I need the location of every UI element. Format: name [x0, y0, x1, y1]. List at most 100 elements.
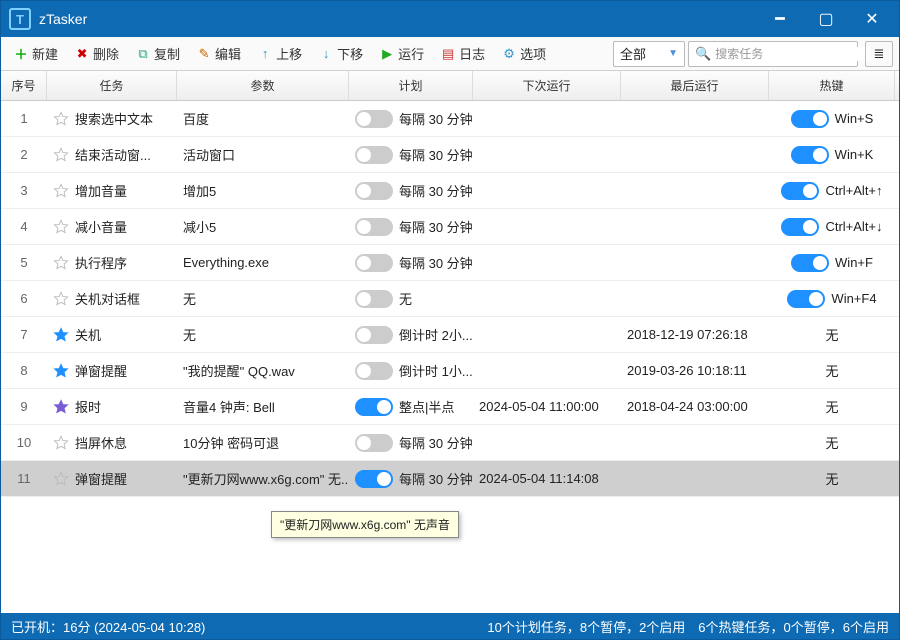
edit-button[interactable]: ✎编辑: [190, 40, 248, 67]
cell-plan: 每隔 30 分钟: [349, 109, 473, 128]
task-name: 增加音量: [75, 181, 127, 200]
star-icon[interactable]: [53, 183, 69, 199]
col-last-run[interactable]: 最后运行: [621, 71, 769, 100]
col-index[interactable]: 序号: [1, 71, 47, 100]
titlebar[interactable]: T zTasker ━ ▢ ✕: [1, 1, 899, 37]
app-window: T zTasker ━ ▢ ✕ ＋新建 ✖删除 ⧉复制 ✎编辑 ↑上移 ↓下移 …: [0, 0, 900, 640]
star-icon[interactable]: [53, 399, 69, 415]
category-select[interactable]: 全部▼: [613, 41, 685, 67]
cell-task: 关机对话框: [47, 289, 177, 308]
star-icon[interactable]: [53, 327, 69, 343]
close-button[interactable]: ✕: [849, 1, 895, 37]
table-row[interactable]: 5执行程序Everything.exe每隔 30 分钟Win+F: [1, 245, 899, 281]
cell-param: 音量4 钟声: Bell: [177, 397, 349, 416]
app-title: zTasker: [39, 11, 757, 27]
hotkey-toggle[interactable]: [791, 146, 829, 164]
status-left: 已开机：16分 (2024-05-04 10:28): [11, 617, 205, 636]
cell-index: 8: [1, 363, 47, 378]
toolbar: ＋新建 ✖删除 ⧉复制 ✎编辑 ↑上移 ↓下移 ▶运行 ▤日志 ⚙选项 全部▼ …: [1, 37, 899, 71]
cell-param: 无: [177, 289, 349, 308]
task-grid: 序号 任务 参数 计划 下次运行 最后运行 热键 1搜索选中文本百度每隔 30 …: [1, 71, 899, 613]
copy-button[interactable]: ⧉复制: [129, 40, 187, 67]
hotkey-toggle[interactable]: [781, 218, 819, 236]
hotkey-toggle[interactable]: [781, 182, 819, 200]
maximize-button[interactable]: ▢: [803, 1, 849, 37]
task-name: 弹窗提醒: [75, 469, 127, 488]
table-row[interactable]: 4减小音量减小5每隔 30 分钟Ctrl+Alt+↓: [1, 209, 899, 245]
table-row[interactable]: 9报时音量4 钟声: Bell整点|半点2024-05-04 11:00:002…: [1, 389, 899, 425]
col-task[interactable]: 任务: [47, 71, 177, 100]
star-icon[interactable]: [53, 111, 69, 127]
list-view-button[interactable]: ≣: [865, 41, 893, 67]
plan-text: 每隔 30 分钟: [399, 217, 473, 236]
plan-toggle[interactable]: [355, 470, 393, 488]
plan-text: 倒计时 1小...: [399, 361, 473, 380]
plan-toggle[interactable]: [355, 182, 393, 200]
search-input[interactable]: [715, 47, 870, 61]
cell-index: 9: [1, 399, 47, 414]
table-row[interactable]: 10挡屏休息10分钟 密码可退每隔 30 分钟无: [1, 425, 899, 461]
star-icon[interactable]: [53, 291, 69, 307]
search-box[interactable]: 🔍: [688, 41, 858, 67]
cell-param: "我的提醒" QQ.wav: [177, 361, 349, 380]
chevron-down-icon: ▼: [668, 48, 678, 59]
plan-toggle[interactable]: [355, 110, 393, 128]
cell-task: 执行程序: [47, 253, 177, 272]
table-row[interactable]: 7关机无倒计时 2小...2018-12-19 07:26:18无: [1, 317, 899, 353]
star-icon[interactable]: [53, 435, 69, 451]
task-name: 关机对话框: [75, 289, 140, 308]
move-down-button[interactable]: ↓下移: [312, 40, 370, 67]
run-button[interactable]: ▶运行: [373, 40, 431, 67]
col-param[interactable]: 参数: [177, 71, 349, 100]
plan-text: 每隔 30 分钟: [399, 253, 473, 272]
plan-toggle[interactable]: [355, 218, 393, 236]
plan-toggle[interactable]: [355, 146, 393, 164]
cell-plan: 每隔 30 分钟: [349, 217, 473, 236]
star-icon[interactable]: [53, 471, 69, 487]
plan-toggle[interactable]: [355, 254, 393, 272]
cell-param: 无: [177, 325, 349, 344]
hotkey-toggle[interactable]: [787, 290, 825, 308]
plan-toggle[interactable]: [355, 362, 393, 380]
cell-hotkey: 无: [769, 397, 895, 416]
col-hotkey[interactable]: 热键: [769, 71, 895, 100]
star-icon[interactable]: [53, 219, 69, 235]
star-icon[interactable]: [53, 363, 69, 379]
plan-toggle[interactable]: [355, 398, 393, 416]
hotkey-toggle[interactable]: [791, 254, 829, 272]
hotkey-label: 无: [825, 325, 838, 344]
plan-text: 倒计时 2小...: [399, 325, 473, 344]
options-button[interactable]: ⚙选项: [495, 40, 553, 67]
table-row[interactable]: 2结束活动窗...活动窗口每隔 30 分钟Win+K: [1, 137, 899, 173]
task-name: 结束活动窗...: [75, 145, 151, 164]
hotkey-label: Ctrl+Alt+↓: [825, 219, 882, 234]
delete-icon: ✖: [75, 47, 89, 61]
star-icon[interactable]: [53, 147, 69, 163]
new-button[interactable]: ＋新建: [7, 40, 65, 67]
cell-param: "更新刀网www.x6g.com" 无...: [177, 469, 349, 488]
hotkey-label: 无: [825, 397, 838, 416]
col-plan[interactable]: 计划: [349, 71, 473, 100]
star-icon[interactable]: [53, 255, 69, 271]
table-row[interactable]: 8弹窗提醒"我的提醒" QQ.wav倒计时 1小...2019-03-26 10…: [1, 353, 899, 389]
cell-task: 结束活动窗...: [47, 145, 177, 164]
minimize-button[interactable]: ━: [757, 1, 803, 37]
cell-hotkey: Win+K: [769, 146, 895, 164]
table-row[interactable]: 3增加音量增加5每隔 30 分钟Ctrl+Alt+↑: [1, 173, 899, 209]
move-up-button[interactable]: ↑上移: [251, 40, 309, 67]
cell-param: 减小5: [177, 217, 349, 236]
log-button[interactable]: ▤日志: [434, 40, 492, 67]
plan-toggle[interactable]: [355, 326, 393, 344]
table-row[interactable]: 6关机对话框无无Win+F4: [1, 281, 899, 317]
table-row[interactable]: 1搜索选中文本百度每隔 30 分钟Win+S: [1, 101, 899, 137]
col-next-run[interactable]: 下次运行: [473, 71, 621, 100]
gear-icon: ⚙: [502, 47, 516, 61]
search-icon: 🔍: [695, 46, 711, 62]
delete-button[interactable]: ✖删除: [68, 40, 126, 67]
plan-toggle[interactable]: [355, 290, 393, 308]
table-row[interactable]: 11弹窗提醒"更新刀网www.x6g.com" 无...每隔 30 分钟2024…: [1, 461, 899, 497]
plan-text: 每隔 30 分钟: [399, 109, 473, 128]
hotkey-toggle[interactable]: [791, 110, 829, 128]
cell-last-run: 2019-03-26 10:18:11: [621, 363, 769, 378]
plan-toggle[interactable]: [355, 434, 393, 452]
